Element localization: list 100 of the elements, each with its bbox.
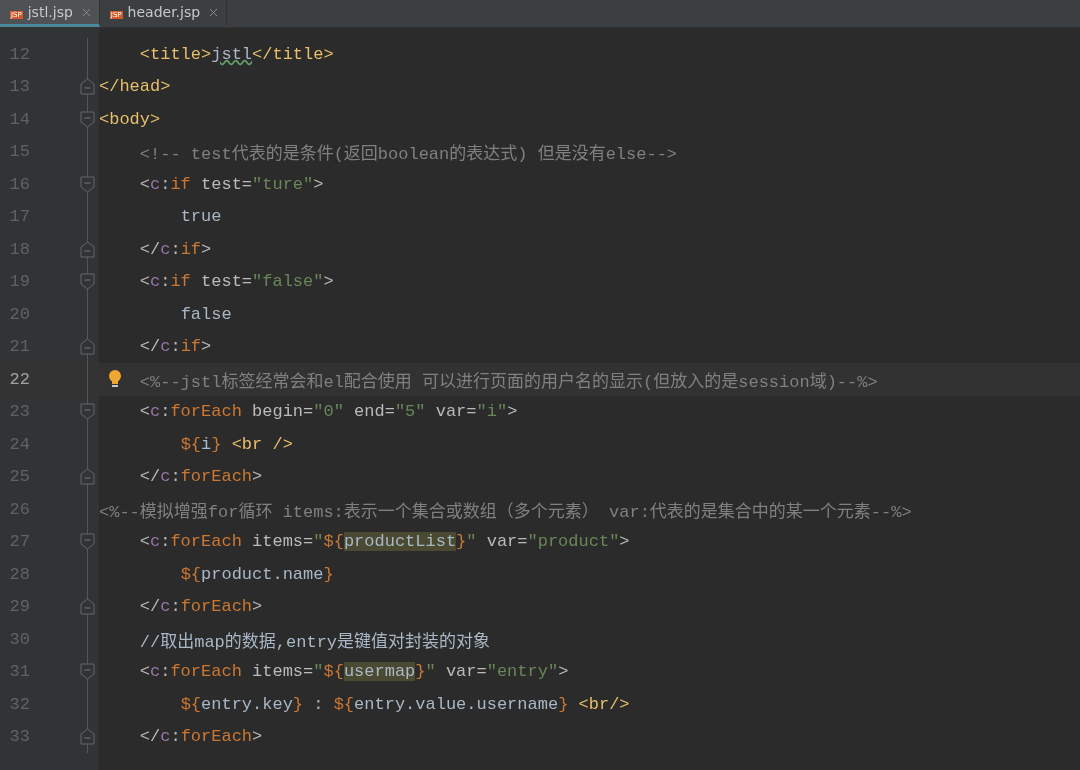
code-token: var=: [435, 402, 477, 422]
fold-marker-icon[interactable]: [80, 175, 95, 193]
code-token: </: [139, 467, 161, 487]
fold-marker-icon[interactable]: [80, 78, 95, 96]
code-token: }: [415, 662, 426, 682]
fold-marker-icon[interactable]: [80, 663, 95, 681]
code-token: entry.key: [201, 694, 293, 714]
code-token: c: [150, 272, 161, 292]
code-token: >: [201, 337, 212, 357]
code-token: false: [180, 304, 232, 324]
code-token: forEach: [170, 532, 242, 552]
code-token: >: [252, 467, 263, 487]
code-token: :: [160, 402, 171, 422]
code-token: forEach: [180, 727, 253, 747]
code-comment: <!-- test代表的是条件(返回boolean的表达式) 但是没有else-->: [139, 143, 678, 165]
code-token: if: [170, 174, 191, 194]
code-token: ${: [333, 694, 355, 714]
fold-marker-icon[interactable]: [80, 468, 95, 486]
code-token: <body>: [99, 109, 161, 129]
code-token: product.name: [201, 564, 324, 584]
code-token: ${: [180, 434, 202, 454]
fold-marker-icon[interactable]: [80, 598, 95, 616]
code-token: ${: [323, 662, 344, 682]
code-token: true: [180, 207, 222, 227]
code-token: >: [252, 597, 263, 617]
code-token: if: [180, 239, 202, 259]
code-token: "0": [313, 402, 344, 422]
code-token: ${: [323, 532, 344, 552]
close-icon[interactable]: [209, 7, 219, 17]
code-token: :: [160, 174, 171, 194]
code-token: ": [313, 532, 324, 552]
code-token: >: [507, 402, 518, 422]
code-token: </: [139, 727, 161, 747]
code-token: c: [160, 239, 171, 259]
close-icon[interactable]: [81, 7, 91, 17]
fold-marker-icon[interactable]: [80, 273, 95, 291]
code-token: i: [201, 434, 212, 454]
code-token: }: [211, 434, 222, 454]
fold-marker-icon[interactable]: [80, 533, 95, 551]
code-token: }: [323, 564, 334, 584]
code-token: >: [201, 239, 212, 259]
code-token: <: [139, 174, 150, 194]
code-token: test=: [201, 174, 253, 194]
code-token: >: [558, 662, 569, 682]
code-token: >: [323, 272, 334, 292]
code-comment: <%--jstl标签经常会和el配合使用 可以进行页面的用户名的显示(但放入的是session域)--%>: [139, 371, 878, 392]
code-token: }: [456, 532, 467, 552]
fold-marker-icon[interactable]: [80, 240, 95, 258]
code-token: <br/>: [578, 694, 630, 714]
code-token: forEach: [170, 402, 242, 422]
code-token: "5": [394, 402, 426, 422]
code-token: ": [425, 662, 436, 682]
code-token: :: [170, 239, 181, 259]
code-token: </head>: [99, 77, 171, 97]
code-token: c: [160, 467, 171, 487]
code-token: ${: [180, 694, 202, 714]
code-token: c: [150, 532, 161, 552]
code-token: </: [139, 597, 161, 617]
code-token: if: [170, 272, 191, 292]
code-token: //取出map的数据,entry是键值对封装的对象: [139, 631, 491, 652]
code-token: >: [252, 727, 263, 747]
code-token: :: [170, 467, 181, 487]
code-comment: <%--模拟增强for循环 items:表示一个集合或数组（多个元素） var:代表的是集合中的某一个元素--%>: [99, 501, 912, 522]
code-token: :: [313, 694, 325, 714]
code-token: }: [558, 694, 569, 714]
fold-marker-icon[interactable]: [80, 403, 95, 421]
code-token: </: [139, 239, 161, 259]
code-token: </: [139, 337, 161, 357]
code-token: "entry": [486, 662, 559, 682]
code-token: var=: [445, 662, 487, 682]
code-token: >: [313, 174, 324, 194]
code-token: ${: [180, 564, 202, 584]
code-token: items=: [252, 662, 314, 682]
code-token: entry.value.username: [354, 694, 559, 714]
code-token: }: [292, 694, 304, 714]
code-token: c: [160, 337, 171, 357]
code-token: c: [160, 597, 171, 617]
lightbulb-icon[interactable]: [107, 369, 123, 389]
fold-marker-icon[interactable]: [80, 338, 95, 356]
code-token: :: [160, 532, 171, 552]
code-token: <: [139, 272, 150, 292]
code-token: items=: [252, 532, 314, 552]
code-token: :: [170, 727, 181, 747]
code-token: forEach: [180, 467, 253, 487]
code-token: usermap: [343, 662, 416, 682]
code-token: end=: [354, 402, 395, 422]
code-token: "i": [476, 402, 508, 422]
fold-marker-icon[interactable]: [80, 728, 95, 746]
code-token: if: [180, 337, 202, 357]
code-token: :: [160, 272, 171, 292]
code-token: </title>: [252, 44, 334, 64]
code-token: jstl: [211, 44, 253, 64]
code-token: <br />: [231, 434, 293, 454]
code-token: forEach: [170, 662, 242, 682]
code-token: :: [170, 597, 181, 617]
code-token: "ture": [252, 174, 314, 194]
fold-marker-icon[interactable]: [80, 110, 95, 128]
code-token: >: [619, 532, 630, 552]
code-token: :: [170, 337, 181, 357]
code-token: c: [150, 402, 161, 422]
